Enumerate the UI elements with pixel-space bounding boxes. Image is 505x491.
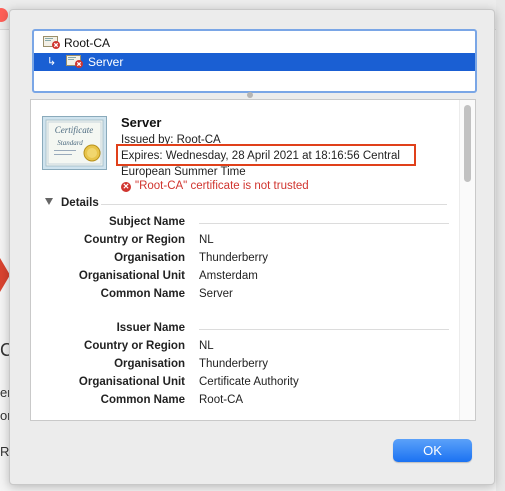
- certificate-chain-list[interactable]: Root-CA ↳ Server: [32, 29, 477, 93]
- details-fields: Subject Name Country or Region NL Organi…: [31, 100, 451, 420]
- ok-button[interactable]: OK: [393, 439, 472, 462]
- field-value: Thunderberry: [199, 358, 269, 370]
- field-value: Amsterdam: [199, 270, 258, 282]
- field-key: Country or Region: [84, 340, 185, 352]
- certificate-sheet: Root-CA ↳ Server Certificate Standard Se…: [9, 9, 495, 485]
- issuer-name-heading-row: Issuer Name: [31, 322, 451, 338]
- field-row: Common Name Server: [31, 288, 451, 304]
- chain-item-label: Root-CA: [64, 36, 111, 50]
- certificate-detail-panel[interactable]: Certificate Standard Server Issued by: R…: [30, 99, 476, 421]
- field-value: Server: [199, 288, 233, 300]
- field-key: Common Name: [100, 394, 185, 406]
- background-edge: [496, 0, 505, 491]
- divider: [199, 329, 449, 330]
- field-value: Certificate Authority: [199, 376, 299, 388]
- field-value: NL: [199, 340, 214, 352]
- chain-item-root-ca[interactable]: Root-CA: [34, 34, 475, 52]
- field-value: Thunderberry: [199, 252, 269, 264]
- field-key: Organisation: [114, 358, 185, 370]
- child-arrow-icon: ↳: [47, 56, 57, 68]
- certificate-error-icon: [66, 55, 84, 68]
- field-key: Organisational Unit: [78, 376, 185, 388]
- background-text: R: [0, 444, 10, 459]
- field-row: Organisation Thunderberry: [31, 252, 451, 268]
- issuer-name-heading: Issuer Name: [116, 322, 185, 334]
- certificate-error-icon: [43, 36, 61, 49]
- chain-item-label: Server: [88, 55, 124, 69]
- divider: [199, 223, 449, 224]
- field-key: Organisational Unit: [78, 270, 185, 282]
- field-key: Country or Region: [84, 234, 185, 246]
- field-row: Organisational Unit Amsterdam: [31, 270, 451, 286]
- field-row: Organisational Unit Certificate Authorit…: [31, 376, 451, 392]
- field-row: Organisation Thunderberry: [31, 358, 451, 374]
- vertical-scrollbar[interactable]: [459, 100, 475, 420]
- chain-item-server[interactable]: ↳ Server: [34, 53, 475, 71]
- field-row: Country or Region NL: [31, 340, 451, 356]
- field-value: NL: [199, 234, 214, 246]
- field-key: Common Name: [100, 288, 185, 300]
- close-window-icon[interactable]: [0, 8, 8, 22]
- splitter-handle[interactable]: [247, 92, 253, 98]
- subject-name-heading-row: Subject Name: [31, 216, 451, 232]
- field-row: Country or Region NL: [31, 234, 451, 250]
- subject-name-heading: Subject Name: [108, 216, 185, 228]
- field-row: Common Name Root-CA: [31, 394, 451, 410]
- field-value: Root-CA: [199, 394, 244, 406]
- field-key: Organisation: [114, 252, 185, 264]
- scroll-thumb[interactable]: [464, 105, 471, 182]
